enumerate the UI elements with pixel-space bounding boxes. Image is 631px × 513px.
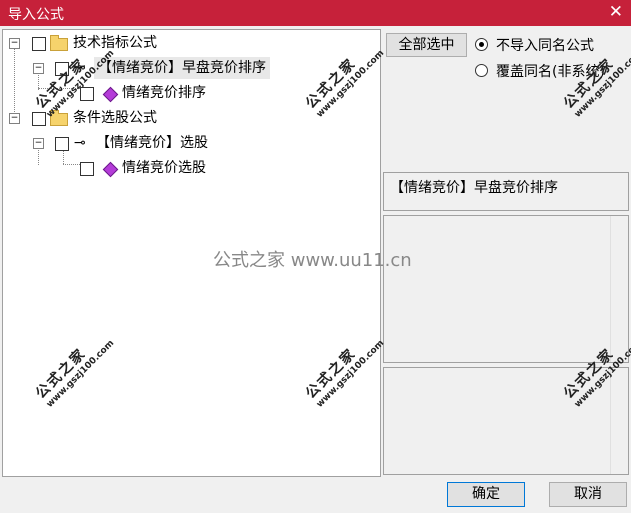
center-watermark: 公式之家 www.uu11.cn [213,250,412,271]
tech-leaf-checkbox[interactable] [80,87,94,101]
select-all-button[interactable]: 全部选中 [386,33,467,57]
ok-button[interactable]: 确定 [447,482,525,507]
tree-node-conditions[interactable]: − 条件选股公式 [3,107,373,129]
tree-node-label: 【情绪竞价】早盘竞价排序 [94,57,270,79]
tree-node-cond-formula[interactable]: − ⊸ 【情绪竞价】选股 [3,132,373,154]
folder-icon [50,35,68,51]
diamond-icon [102,86,119,103]
close-icon[interactable]: ✕ [609,2,623,22]
diamond-icon [102,161,119,178]
tree-node-tech-indicators[interactable]: − 技术指标公式 [3,32,373,54]
detail-scrollbar[interactable] [610,368,628,474]
conditions-checkbox[interactable] [32,112,46,126]
tree-node-label: 情绪竞价选股 [122,160,206,176]
radio-skip-label[interactable]: 不导入同名公式 [496,35,594,55]
formula-detail-box[interactable] [383,367,629,475]
tree-node-tech-leaf[interactable]: 情绪竞价排序 [3,82,373,104]
collapse-icon[interactable]: − [9,113,20,124]
title-bar: 导入公式 ✕ [0,0,631,26]
radio-overwrite[interactable] [475,64,488,77]
folder-icon [50,110,68,126]
tech-formula-checkbox[interactable] [55,62,69,76]
cond-leaf-checkbox[interactable] [80,162,94,176]
key-icon: ⊸ [74,135,86,151]
tree-node-label: 技术指标公式 [73,35,157,51]
tree-node-label: 情绪竞价排序 [122,85,206,101]
tree-node-label: 【情绪竞价】选股 [96,135,208,151]
tech-indicators-checkbox[interactable] [32,37,46,51]
selected-formula-name: 【情绪竞价】早盘竞价排序 [390,180,558,196]
description-scrollbar[interactable] [610,216,628,362]
window-title: 导入公式 [8,7,64,23]
tree-node-cond-leaf[interactable]: 情绪竞价选股 [3,157,373,179]
cond-formula-checkbox[interactable] [55,137,69,151]
cancel-button[interactable]: 取消 [549,482,627,507]
collapse-icon[interactable]: − [9,38,20,49]
tree-node-label: 条件选股公式 [73,110,157,126]
collapse-icon[interactable]: − [33,63,44,74]
selected-formula-box: 【情绪竞价】早盘竞价排序 [383,172,629,211]
radio-skip-duplicates[interactable] [475,38,488,51]
radio-overwrite-label[interactable]: 覆盖同名(非系统) [496,61,605,81]
tree-node-tech-formula[interactable]: − ⊸ 【情绪竞价】早盘竞价排序 [3,57,373,79]
collapse-icon[interactable]: − [33,138,44,149]
formula-description-box[interactable] [383,215,629,363]
key-icon: ⊸ [74,60,86,76]
